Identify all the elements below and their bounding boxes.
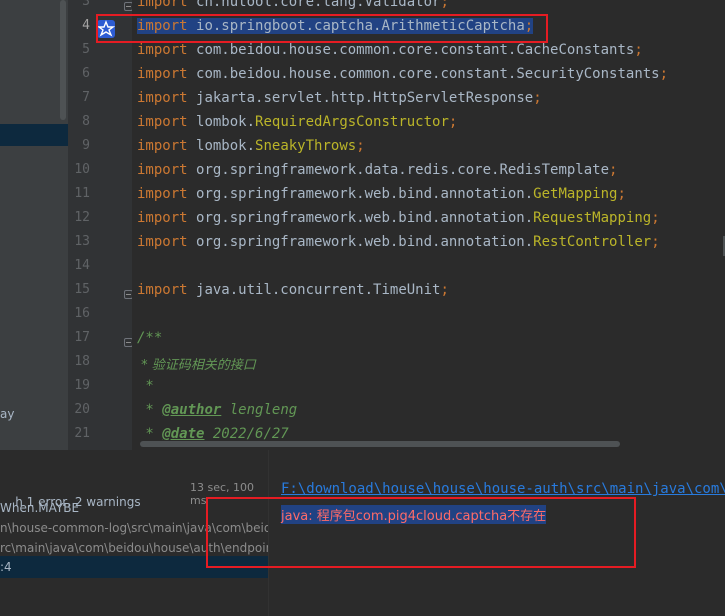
import-package: org.springframework.web.bind.annotation.	[196, 186, 534, 202]
import-package: org.springframework.data.redis.core.	[196, 162, 500, 178]
semicolon: ;	[651, 234, 660, 250]
output-file-link[interactable]: F:\download\house\house\house-auth\src\m…	[281, 481, 725, 497]
import-package: java.util.concurrent.	[196, 282, 374, 298]
line-number: 5	[82, 42, 90, 57]
code-line: import com.beidou.house.common.core.cons…	[137, 42, 643, 66]
doc-comment: /**	[137, 330, 163, 346]
line-number: 17	[74, 330, 90, 345]
import-package: org.springframework.web.bind.annotation.	[196, 234, 534, 250]
doc-comment: * 验证码相关的接口	[137, 358, 256, 373]
code-line: import lombok.SneakyThrows;	[137, 138, 365, 162]
keyword-import: import	[137, 162, 188, 178]
project-scrollbar[interactable]	[60, 0, 66, 120]
semicolon: ;	[440, 282, 449, 298]
line-number: 6	[82, 66, 90, 81]
doc-tag-value: lengleng	[221, 402, 298, 418]
line-number: 4	[82, 18, 90, 33]
keyword-import: import	[137, 186, 188, 202]
line-number: 11	[74, 186, 90, 201]
project-panel: ay	[0, 0, 68, 450]
code-line: import org.springframework.web.bind.anno…	[137, 186, 626, 210]
doc-comment: *	[137, 426, 163, 442]
import-package: org.springframework.web.bind.annotation.	[196, 210, 534, 226]
line-number: 16	[74, 306, 90, 321]
code-line: /**	[137, 330, 162, 354]
keyword-import: import	[137, 66, 188, 82]
import-class: HttpServletResponse	[373, 90, 534, 106]
keyword-import: import	[137, 282, 188, 298]
line-number: 14	[74, 258, 90, 273]
keyword-import: import	[137, 90, 188, 106]
code-line: import java.util.concurrent.TimeUnit;	[137, 282, 449, 306]
import-class: RequestMapping	[533, 210, 652, 226]
import-class: Validator	[364, 0, 441, 10]
keyword-import: import	[137, 114, 188, 130]
line-number: 18	[74, 354, 90, 369]
keyword-import: import	[137, 210, 188, 226]
import-package: com.beidou.house.common.core.constant.	[196, 66, 517, 82]
line-number: 15	[74, 282, 90, 297]
doc-tag: @date	[162, 426, 205, 442]
project-selected-row[interactable]	[0, 124, 68, 146]
keyword-import: import	[137, 0, 188, 10]
import-class: GetMapping	[533, 186, 618, 202]
semicolon: ;	[617, 186, 626, 202]
code-line: import com.beidou.house.common.core.cons…	[137, 66, 668, 90]
code-line: import org.springframework.web.bind.anno…	[137, 234, 660, 258]
highlight-box-error	[206, 497, 636, 568]
import-class: SneakyThrows	[255, 138, 357, 154]
line-number: 20	[74, 402, 90, 417]
keyword-import: import	[137, 138, 188, 154]
doc-comment: *	[137, 402, 163, 418]
doc-tag: @author	[162, 402, 222, 418]
import-class: RestController	[533, 234, 652, 250]
semicolon: ;	[448, 114, 458, 130]
line-number: 7	[82, 90, 90, 105]
code-line: import org.springframework.data.redis.co…	[137, 162, 617, 186]
code-line: * 验证码相关的接口	[137, 354, 256, 378]
code-line: import jakarta.servlet.http.HttpServletR…	[137, 90, 542, 114]
line-number: 12	[74, 210, 90, 225]
line-number: 10	[74, 162, 90, 177]
line-number: 9	[82, 138, 90, 153]
keyword-import: import	[137, 234, 188, 250]
semicolon: ;	[533, 90, 542, 106]
code-line: *	[137, 378, 154, 402]
semicolon: ;	[356, 138, 365, 154]
project-text-fragment: ay	[0, 407, 15, 421]
import-package: jakarta.servlet.http.	[196, 90, 374, 106]
line-number: 8	[82, 114, 90, 129]
line-number: 21	[74, 426, 90, 441]
code-line: import lombok.RequiredArgsConstructor;	[137, 114, 457, 138]
import-class: SecurityConstants	[516, 66, 660, 82]
line-number: 19	[74, 378, 90, 393]
semicolon: ;	[609, 162, 618, 178]
line-number: 13	[74, 234, 90, 249]
import-class: TimeUnit	[373, 282, 441, 298]
semicolon: ;	[634, 42, 643, 58]
editor-horizontal-scrollbar[interactable]	[140, 441, 620, 447]
code-line: * @author lengleng	[137, 402, 297, 426]
highlight-box-import	[96, 14, 548, 43]
doc-tag-value: 2022/6/27	[204, 426, 289, 442]
import-package: lombok.	[196, 138, 256, 154]
code-editor[interactable]: import cn.hutool.core.lang.Validator; imp…	[132, 0, 725, 450]
import-class: CacheConstants	[516, 42, 635, 58]
import-package: com.beidou.house.common.core.constant.	[196, 42, 517, 58]
line-number: 3	[82, 0, 90, 9]
import-package: cn.hutool.core.lang.	[196, 0, 365, 10]
doc-comment: *	[137, 378, 154, 394]
import-class: RedisTemplate	[499, 162, 610, 178]
import-package: lombok.	[196, 114, 256, 130]
keyword-import: import	[137, 42, 188, 58]
semicolon: ;	[659, 66, 669, 82]
code-line: import org.springframework.web.bind.anno…	[137, 210, 660, 234]
semicolon: ;	[651, 210, 660, 226]
semicolon: ;	[440, 0, 449, 10]
import-class: RequiredArgsConstructor	[255, 114, 449, 130]
